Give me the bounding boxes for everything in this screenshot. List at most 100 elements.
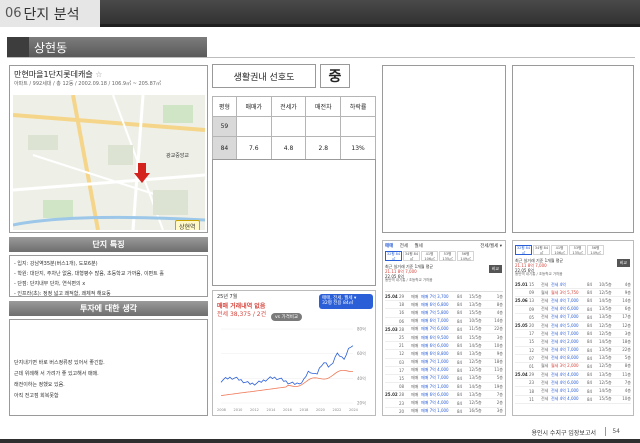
list-item[interactable]: 15 매매 매매 7억 7,000 84 13/5층 5층 xyxy=(385,375,503,384)
list-item[interactable]: 18 전세 전세 4억 1,000 84 14/5층 4층 xyxy=(515,387,631,396)
listing-header xyxy=(385,285,503,292)
compare-button[interactable]: 비교 xyxy=(488,265,502,273)
list-cell: 03 xyxy=(399,359,405,365)
list-item[interactable]: 25 매매 매매 6억 9,500 84 15/5층 3층 xyxy=(385,334,503,343)
list-cell: 25 xyxy=(399,335,405,341)
x-tick-label: 2018 xyxy=(300,408,309,412)
list-item[interactable]: 16 매매 매매 7억 5,800 84 15/5층 4층 xyxy=(385,309,503,318)
list-item[interactable]: 23 매매 매매 7억 4,000 84 12/5층 2층 xyxy=(385,399,503,408)
table-cell-type: 84 xyxy=(212,136,237,161)
type-option[interactable]: 56평 149㎡ xyxy=(457,251,474,261)
list-item[interactable]: 12 전세 전세 4억 7,000 84 13/5층 22층 xyxy=(515,347,631,355)
list-cell: 매매 xyxy=(411,334,419,340)
list-cell: 84 xyxy=(587,298,593,304)
type-option[interactable]: 53평 135㎡ xyxy=(569,245,586,255)
list-cell: 13/5층 xyxy=(599,371,612,377)
type-option[interactable]: 32평 84㎡ xyxy=(385,251,402,261)
list-item[interactable]: 25.01 15 전세 전세 4억 84 10/5층 4층 xyxy=(515,281,631,290)
tab-jeonse[interactable]: 전세 xyxy=(400,244,408,249)
favorite-star-icon[interactable]: ☆ xyxy=(95,70,102,79)
list-item[interactable]: 17 매매 매매 7억 4,000 84 12/5층 11층 xyxy=(385,367,503,375)
list-cell: 월세 3억 5,750 xyxy=(551,289,579,295)
list-item[interactable]: 03 매매 매매 7억 1,000 84 12/5층 18층 xyxy=(385,359,503,367)
preference-label: 생활권내 선호도 xyxy=(212,64,316,88)
list-cell: 84 xyxy=(457,400,463,406)
empty-panel xyxy=(212,159,376,286)
compare-button[interactable]: 비교 xyxy=(616,259,630,267)
list-item[interactable]: 25.06 13 전세 전세 4억 7,000 84 14/5층 14층 xyxy=(515,297,631,306)
list-cell: 전세 xyxy=(541,355,549,361)
footer-separator xyxy=(605,427,606,436)
list-cell: 15 xyxy=(529,282,535,288)
list-item[interactable]: 25.04 29 전세 전세 4억 4,000 84 13/5층 11층 xyxy=(515,371,631,380)
list-cell: 13/5층 xyxy=(599,314,612,320)
list-item[interactable]: 25.03 28 매매 매매 7억 6,000 84 11/5층 22층 xyxy=(385,326,503,334)
type-option[interactable]: 34평 84㎡ xyxy=(403,251,420,261)
list-cell: 10층 xyxy=(494,342,503,348)
type-option[interactable]: 32평 84㎡ xyxy=(515,245,532,255)
list-item[interactable]: 07 전세 전세 4억 8,000 84 13/5층 5층 xyxy=(515,355,631,363)
type-option[interactable]: 56평 149㎡ xyxy=(587,245,604,255)
list-item[interactable]: 20 매매 매매 7억 1,000 84 16/5층 3층 xyxy=(385,408,503,415)
list-cell: 25.04 xyxy=(515,372,528,378)
list-cell: 매매 xyxy=(411,309,419,315)
list-item[interactable]: 25.04 29 매매 매매 7억 3,700 84 15/5층 1층 xyxy=(385,293,503,302)
list-item[interactable]: 01 월세 월세 3억 2,000 84 12/5층 8층 xyxy=(515,363,631,372)
list-cell: 월세 xyxy=(541,289,549,295)
list-cell: 12/5층 xyxy=(469,400,482,406)
tab-sale[interactable]: 매매 xyxy=(385,244,393,249)
list-item[interactable]: 05 전세 전세 4억 7,000 84 13/5층 17층 xyxy=(515,314,631,322)
list-item[interactable]: 25.05 20 전세 전세 4억 5,000 84 12/5층 12층 xyxy=(515,322,631,331)
type-option[interactable]: 34평 84㎡ xyxy=(533,245,550,255)
list-item[interactable]: 23 전세 전세 4억 6,000 84 12/5층 7층 xyxy=(515,379,631,388)
list-cell: 07 xyxy=(529,355,535,361)
transaction-list-jeonse: 32평 84㎡ 34평 84㎡ 41평 106㎡ 53평 135㎡ 56평 14… xyxy=(512,240,634,416)
x-tick-label: 2022 xyxy=(333,408,342,412)
list-item[interactable]: 21 매매 매매 6억 6,000 84 14/5층 10층 xyxy=(385,342,503,351)
list-cell: 13/5층 xyxy=(469,301,482,307)
list-item[interactable]: 09 전세 전세 4억 6,000 84 13/5층 6층 xyxy=(515,306,631,314)
list-item[interactable]: 09 월세 월세 3억 5,750 84 12/5층 9층 xyxy=(515,289,631,298)
list-cell: 전세 xyxy=(541,297,549,303)
type-option[interactable]: 41평 106㎡ xyxy=(551,245,568,255)
page-number: 54 xyxy=(612,428,620,435)
list-cell: 전세 xyxy=(541,338,549,344)
page-title-text: 단지 분석 xyxy=(23,6,80,23)
list-item[interactable]: 08 매매 매매 7억 1,000 84 14/5층 19층 xyxy=(385,383,503,392)
list-cell: 12/5층 xyxy=(469,367,482,373)
list-cell: 28 xyxy=(399,326,405,332)
table-cell xyxy=(270,116,307,137)
list-item[interactable]: 25.02 28 매매 매매 6억 6,000 84 13/5층 7층 xyxy=(385,391,503,400)
type-selector: 32평 84㎡ 34평 84㎡ 41평 106㎡ 53평 135㎡ 56평 14… xyxy=(385,251,474,261)
list-cell: 매매 xyxy=(411,408,419,414)
list-cell: 11층 xyxy=(494,367,503,373)
complex-meta: 아파트 / 992세대 / 총 12동 / 2002.09.18 / 106.9… xyxy=(14,81,161,87)
opinion-item: 단지내기면 바로 버스정류장 있어서 좋긴함. xyxy=(14,360,105,366)
list-cell: 5층 xyxy=(624,355,631,361)
list-item[interactable]: 17 전세 전세 4억 7,000 84 12/5층 3층 xyxy=(515,330,631,339)
list-cell: 전세 xyxy=(541,314,549,320)
list-cell: 전세 4억 5,000 xyxy=(551,322,579,328)
list-item[interactable]: 12 매매 매매 6억 8,800 84 13/5층 9층 xyxy=(385,350,503,359)
listing-filter[interactable]: 전세/월세 ▾ xyxy=(480,243,502,249)
complex-info-panel: 만현마을1단지롯데캐슬 ☆ 아파트 / 992세대 / 총 12동 / 2002… xyxy=(9,65,208,233)
x-tick-label: 2012 xyxy=(250,408,259,412)
list-item[interactable]: 06 매매 매매 6억 7,000 84 10/5층 14층 xyxy=(385,318,503,326)
list-cell: 2층 xyxy=(496,400,503,406)
list-item[interactable]: 11 전세 전세 4억 4,000 84 15/5층 10층 xyxy=(515,396,631,404)
list-cell: 10/5층 xyxy=(599,281,612,287)
footer-rule xyxy=(0,439,640,443)
page-title: 06 단지 분석 xyxy=(0,0,100,27)
list-cell: 3층 xyxy=(496,408,503,414)
list-cell: 84 xyxy=(587,323,593,329)
list-cell: 84 xyxy=(587,314,593,320)
list-cell: 18층 xyxy=(622,338,631,344)
type-option[interactable]: 41평 106㎡ xyxy=(421,251,438,261)
type-option[interactable]: 53평 135㎡ xyxy=(439,251,456,261)
list-item[interactable]: 18 매매 매매 6억 6,800 84 13/5층 8층 xyxy=(385,301,503,310)
list-item[interactable]: 15 전세 전세 4억 2,000 84 14/5층 18층 xyxy=(515,338,631,347)
location-map[interactable]: 광교중앙교 상현역 xyxy=(13,95,205,230)
list-cell: 15 xyxy=(529,339,535,345)
tab-wolse[interactable]: 월세 xyxy=(414,244,422,249)
list-cell: 3층 xyxy=(496,334,503,340)
